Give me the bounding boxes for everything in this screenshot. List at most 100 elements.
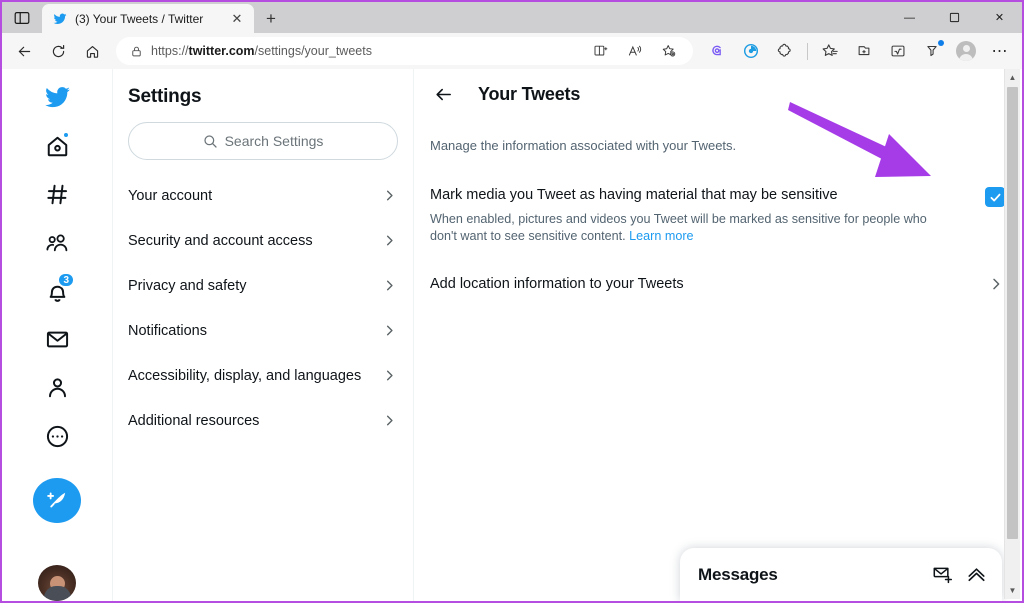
read-aloud-icon[interactable] bbox=[619, 37, 651, 65]
sidebar-item-home[interactable] bbox=[33, 123, 81, 168]
page-subtitle: Manage the information associated with y… bbox=[430, 138, 737, 153]
sidebar-item-explore[interactable] bbox=[33, 172, 81, 217]
sidebar-item-twitter-logo[interactable] bbox=[33, 75, 81, 120]
back-arrow-icon[interactable] bbox=[8, 37, 40, 65]
new-tab-button[interactable]: + bbox=[254, 4, 288, 33]
browser-essentials-icon[interactable] bbox=[916, 37, 948, 65]
lock-icon bbox=[130, 45, 143, 58]
chevron-right-icon bbox=[383, 414, 398, 427]
twitter-bird-icon bbox=[52, 11, 68, 27]
chevron-right-icon bbox=[383, 189, 398, 202]
envelope-icon bbox=[46, 331, 68, 348]
url-host: twitter.com bbox=[188, 44, 255, 58]
preference-texts: Mark media you Tweet as having material … bbox=[430, 186, 973, 244]
edge-browser-essentials-icon[interactable] bbox=[735, 37, 767, 65]
math-solver-icon[interactable] bbox=[882, 37, 914, 65]
sensitive-media-checkbox[interactable] bbox=[985, 187, 1005, 207]
nav-label: Accessibility, display, and languages bbox=[128, 367, 362, 384]
check-icon bbox=[990, 193, 1000, 201]
sidebar-item-notifications[interactable]: 3 bbox=[33, 268, 81, 313]
sidebar-item-notifications[interactable]: Notifications bbox=[128, 308, 398, 353]
home-icon[interactable] bbox=[76, 37, 108, 65]
window-close-button[interactable]: ✕ bbox=[977, 2, 1022, 33]
copilot-icon[interactable] bbox=[701, 37, 733, 65]
chevron-right-icon bbox=[383, 234, 398, 247]
url-text: https://twitter.com/settings/your_tweets bbox=[151, 44, 372, 58]
favorite-settings-icon[interactable] bbox=[653, 37, 685, 65]
chevron-right-icon bbox=[383, 324, 398, 337]
chevron-right-icon bbox=[989, 277, 1005, 291]
window-minimize-button[interactable]: — bbox=[887, 2, 932, 33]
nav-label: Security and account access bbox=[128, 232, 313, 249]
window-maximize-button[interactable] bbox=[932, 2, 977, 33]
hashtag-icon bbox=[46, 184, 67, 205]
more-circle-icon bbox=[46, 425, 68, 447]
compose-tweet-button[interactable] bbox=[33, 477, 81, 524]
browser-tab[interactable]: (3) Your Tweets / Twitter ✕ bbox=[42, 4, 254, 33]
omnibox-actions bbox=[585, 37, 685, 65]
profile-avatar-icon[interactable] bbox=[950, 37, 982, 65]
sidebar-account-avatar[interactable] bbox=[38, 565, 76, 601]
scrollbar-thumb[interactable] bbox=[1007, 87, 1018, 539]
refresh-icon[interactable] bbox=[42, 37, 74, 65]
url-path: /settings/your_tweets bbox=[254, 44, 372, 58]
new-message-icon[interactable] bbox=[932, 564, 953, 585]
sidebar-item-profile[interactable] bbox=[33, 365, 81, 410]
main-panel: Your Tweets Manage the information assoc… bbox=[414, 69, 1022, 601]
add-location-information-row[interactable]: Add location information to your Tweets bbox=[430, 276, 1005, 292]
sidebar-item-messages[interactable] bbox=[33, 317, 81, 362]
messages-dock[interactable]: Messages bbox=[680, 548, 1002, 601]
browser-window: (3) Your Tweets / Twitter ✕ + — ✕ https:… bbox=[0, 0, 1024, 603]
toolbar-divider bbox=[807, 42, 808, 60]
browser-toolbar: https://twitter.com/settings/your_tweets bbox=[2, 33, 1022, 69]
sidebar-item-accessibility-display-and-languages[interactable]: Accessibility, display, and languages bbox=[128, 353, 398, 398]
page-title: Your Tweets bbox=[478, 83, 581, 104]
messages-dock-title: Messages bbox=[698, 564, 778, 584]
sidebar-item-privacy-and-safety[interactable]: Privacy and safety bbox=[128, 263, 398, 308]
vertical-scrollbar[interactable]: ▲ ▼ bbox=[1004, 69, 1020, 599]
settings-title: Settings bbox=[128, 86, 202, 107]
main-header: Your Tweets bbox=[430, 69, 1005, 105]
tab-strip: (3) Your Tweets / Twitter ✕ + — ✕ bbox=[2, 2, 1022, 33]
tab-actions-icon[interactable] bbox=[2, 2, 42, 33]
settings-column: Settings Search Settings Your account Se… bbox=[113, 69, 414, 601]
learn-more-link[interactable]: Learn more bbox=[629, 229, 693, 243]
nav-label: Your account bbox=[128, 187, 213, 204]
sidebar-item-communities[interactable] bbox=[33, 220, 81, 265]
chevron-right-icon bbox=[383, 279, 398, 292]
compose-feather-icon bbox=[46, 492, 65, 508]
tab-title: (3) Your Tweets / Twitter bbox=[75, 11, 204, 26]
nav-label: Privacy and safety bbox=[128, 277, 247, 294]
twitter-logo-icon bbox=[44, 87, 70, 108]
split-screen-icon[interactable] bbox=[585, 37, 617, 65]
messages-dock-actions bbox=[932, 564, 987, 585]
sidebar-item-your-account[interactable]: Your account bbox=[128, 173, 398, 218]
scrollbar-up-button[interactable]: ▲ bbox=[1005, 69, 1021, 86]
sensitive-media-preference-row: Mark media you Tweet as having material … bbox=[430, 186, 1005, 244]
sidebar-item-additional-resources[interactable]: Additional resources bbox=[128, 398, 398, 443]
settings-more-icon[interactable]: ⋯ bbox=[984, 37, 1016, 65]
twitter-sidebar: 3 bbox=[2, 69, 113, 601]
scrollbar-down-button[interactable]: ▼ bbox=[1005, 582, 1021, 599]
sidebar-item-more[interactable] bbox=[33, 413, 81, 458]
search-icon bbox=[203, 134, 218, 149]
person-icon bbox=[48, 378, 66, 398]
notification-dot bbox=[938, 40, 944, 46]
nav-label: Additional resources bbox=[128, 412, 260, 429]
nav-label: Notifications bbox=[128, 322, 207, 339]
address-bar[interactable]: https://twitter.com/settings/your_tweets bbox=[116, 37, 693, 65]
back-button[interactable] bbox=[432, 83, 454, 105]
extensions-puzzle-icon[interactable] bbox=[769, 37, 801, 65]
avatar bbox=[956, 41, 976, 61]
search-settings-input[interactable]: Search Settings bbox=[128, 122, 398, 160]
favorites-icon[interactable] bbox=[814, 37, 846, 65]
window-controls: — ✕ bbox=[887, 2, 1022, 33]
tab-close-icon[interactable]: ✕ bbox=[227, 9, 247, 29]
chevron-right-icon bbox=[383, 369, 398, 382]
add-location-label: Add location information to your Tweets bbox=[430, 276, 684, 292]
chevron-up-icon[interactable] bbox=[966, 564, 987, 585]
preference-label: Mark media you Tweet as having material … bbox=[430, 187, 838, 203]
collections-icon[interactable] bbox=[848, 37, 880, 65]
sidebar-item-security-and-account-access[interactable]: Security and account access bbox=[128, 218, 398, 263]
search-placeholder: Search Settings bbox=[224, 133, 324, 149]
